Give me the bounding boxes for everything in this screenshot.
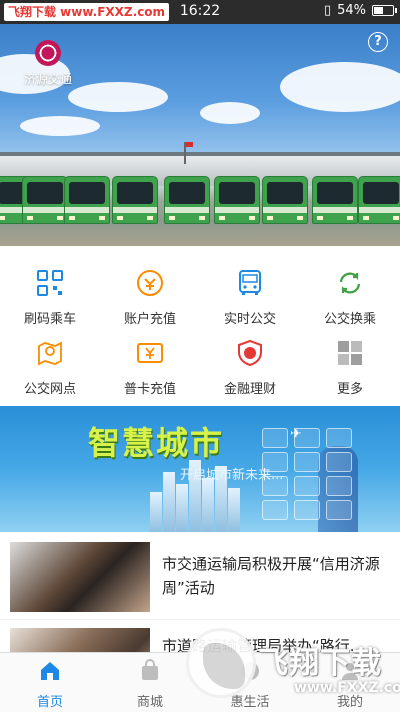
flag-icon	[184, 142, 193, 164]
cloud-shape	[280, 62, 400, 112]
finance-shield-icon	[238, 339, 262, 367]
keypad-key	[326, 500, 352, 520]
news-title: 市交通运输局积极开展“信用济源周”活动	[162, 555, 380, 597]
cloud-shape	[20, 116, 100, 136]
ground	[0, 222, 400, 246]
more-grid-icon	[338, 341, 362, 365]
watermark-mark	[203, 643, 245, 689]
bus-image	[312, 176, 358, 224]
bus-image	[164, 176, 210, 224]
status-bar: 飞翔下载 www.FXXZ.com 16:22 ▯ 54%	[0, 0, 400, 24]
service-more-grid[interactable]: 更多	[300, 328, 400, 397]
battery-percent: 54%	[337, 3, 366, 18]
shop-bag-icon	[142, 659, 158, 680]
service-label: 实时公交	[223, 312, 276, 327]
skyline-tower	[150, 492, 162, 532]
bus-image	[64, 176, 110, 224]
watermark-logo-icon	[186, 628, 256, 698]
battery-fill	[374, 7, 384, 14]
service-label: 公交网点	[23, 382, 76, 397]
service-label: 刷码乘车	[23, 312, 76, 327]
bus-icon	[239, 270, 261, 295]
skyline-tower	[176, 484, 188, 532]
logo-icon	[35, 40, 61, 66]
news-item[interactable]: 市交通运输局积极开展“信用济源周”活动	[0, 534, 400, 620]
banner-title: 智慧城市	[88, 424, 225, 462]
tab-shop[interactable]: 商城	[100, 653, 200, 712]
service-qr-scan[interactable]: 刷码乘车	[0, 258, 100, 327]
keypad-key	[294, 452, 320, 472]
coin-icon	[137, 270, 163, 296]
keypad-key	[326, 452, 352, 472]
service-coin[interactable]: 账户充值	[100, 258, 200, 327]
tab-home[interactable]: 首页	[0, 653, 100, 712]
tab-label: 首页	[36, 695, 63, 710]
service-map-pin[interactable]: 公交网点	[0, 328, 100, 397]
skyline-tower	[163, 472, 175, 532]
service-finance-shield[interactable]: 金融理财	[200, 328, 300, 397]
service-label: 账户充值	[123, 312, 176, 327]
keypad-key	[294, 476, 320, 496]
service-transfer[interactable]: 公交换乘	[300, 258, 400, 327]
transfer-icon	[339, 272, 361, 294]
battery-icon	[372, 5, 397, 16]
logo-text: 济源交通	[23, 72, 72, 86]
bus-image	[22, 176, 68, 224]
keypad-key	[326, 476, 352, 496]
vibrate-icon: ▯	[323, 3, 332, 18]
qr-scan-icon	[37, 270, 63, 296]
keypad-key	[262, 500, 288, 520]
bus-image	[262, 176, 308, 224]
bus-image	[214, 176, 260, 224]
keypad-key	[294, 500, 320, 520]
news-thumbnail	[10, 542, 150, 612]
keypad-key	[326, 428, 352, 448]
card-yen-icon	[137, 343, 163, 363]
keypad-key	[262, 428, 288, 448]
help-button[interactable]: ?	[368, 32, 388, 52]
service-label: 更多	[336, 382, 363, 397]
watermark-url: www.FXXZ.com	[294, 680, 400, 696]
service-bus[interactable]: 实时公交	[200, 258, 300, 327]
service-label: 普卡充值	[123, 382, 176, 397]
cloud-shape	[200, 102, 260, 124]
bus-image	[112, 176, 158, 224]
app-logo: 济源交通	[18, 40, 78, 87]
skyline-tower	[202, 478, 214, 532]
tab-label: 商城	[136, 695, 163, 710]
home-icon	[41, 662, 59, 680]
smart-city-banner[interactable]: ✈ 智慧城市 开启城市新未来...	[0, 406, 400, 532]
service-label: 公交换乘	[323, 312, 376, 327]
service-grid: 刷码乘车 账户充值 实时公交 公交换乘公交网点 普卡充值 金融理财 更多	[0, 258, 400, 402]
map-pin-icon	[38, 341, 62, 366]
cloud-shape	[68, 82, 168, 112]
watermark-text: 飞翔下载	[258, 646, 382, 681]
skyline-tower	[228, 488, 240, 532]
download-site-watermark: 飞翔下载 www.FXXZ.com	[186, 628, 400, 712]
service-label: 金融理财	[223, 382, 276, 397]
banner-subtitle: 开启城市新未来...	[180, 468, 284, 483]
plane-icon: ✈	[290, 426, 302, 442]
status-indicators: ▯ 54%	[323, 3, 397, 18]
bus-image	[358, 176, 400, 224]
hero-banner[interactable]: 济源交通 ?	[0, 24, 400, 246]
service-card-yen[interactable]: 普卡充值	[100, 328, 200, 397]
